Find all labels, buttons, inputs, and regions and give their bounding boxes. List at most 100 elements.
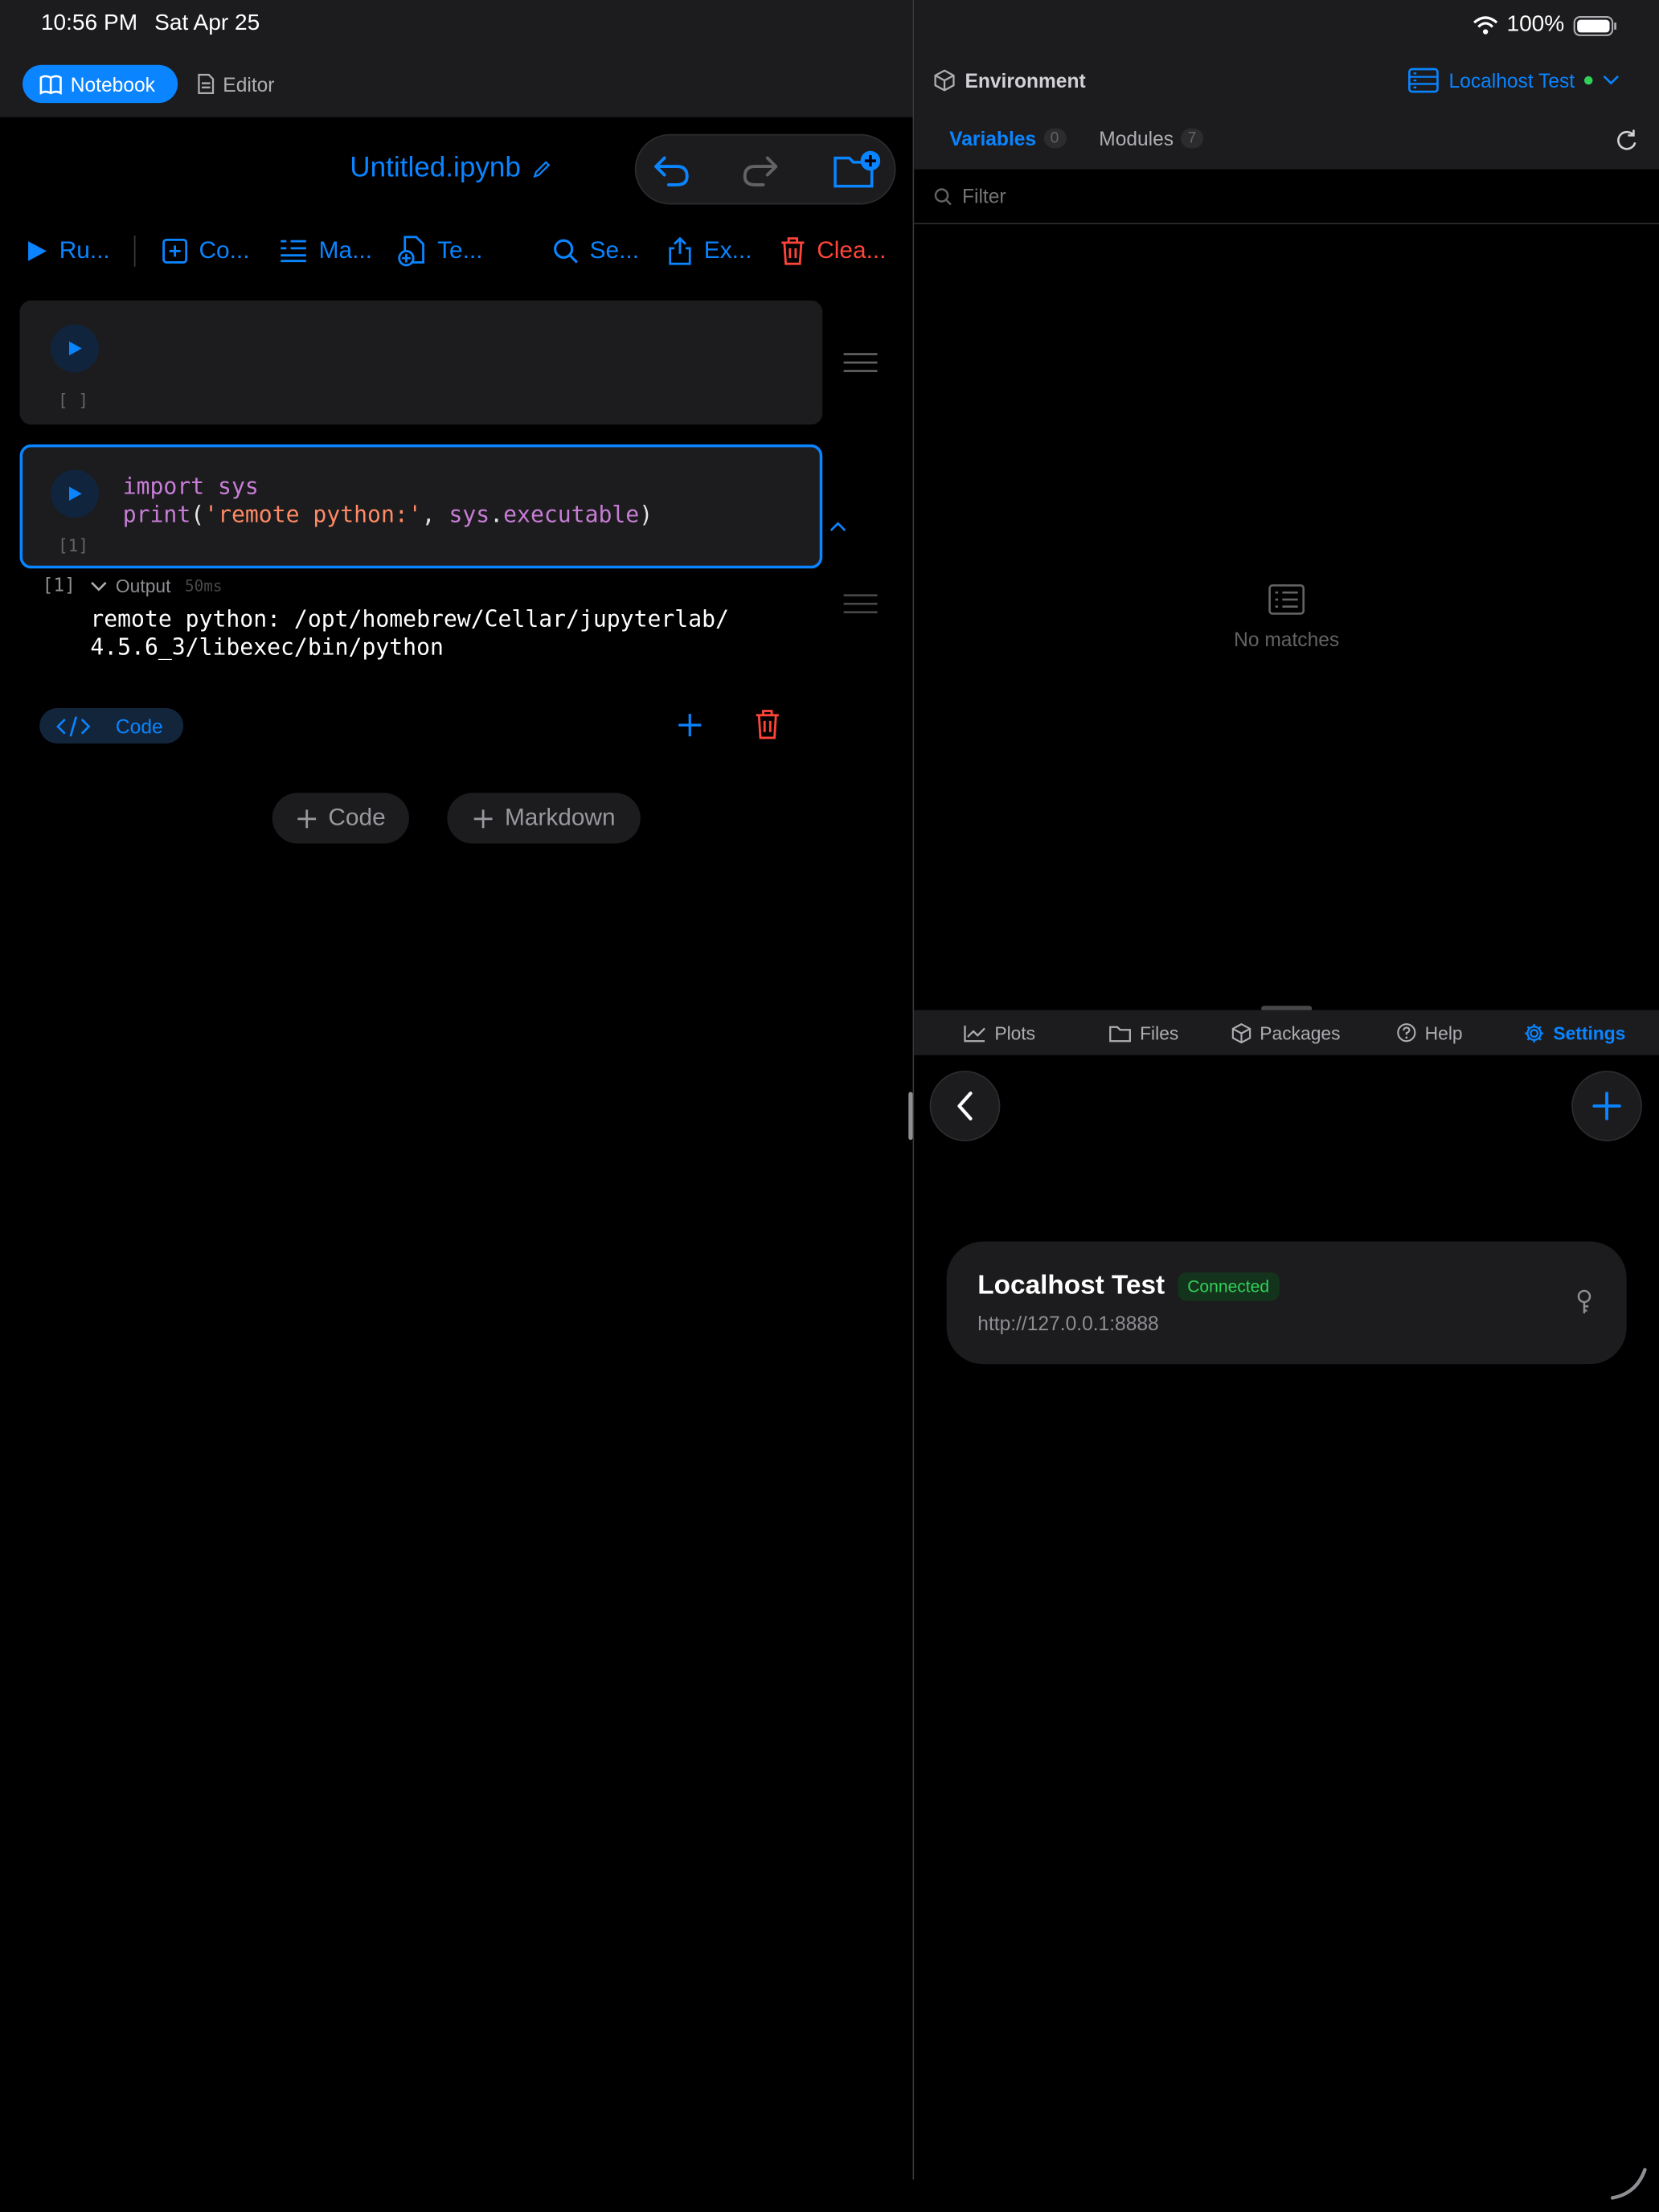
server-card[interactable]: Localhost Test Connected http://127.0.0.… <box>946 1241 1627 1365</box>
chevron-down-icon <box>1603 75 1620 86</box>
template-toolbar-button[interactable]: Te... <box>398 231 483 271</box>
template-icon <box>398 236 426 267</box>
tab-modules-label: Modules <box>1099 126 1174 150</box>
tab-help[interactable]: Help <box>1397 1020 1463 1046</box>
code-cell-active[interactable]: import sys print('remote python:', sys.e… <box>19 444 823 569</box>
notebook-title[interactable]: Untitled.ipynb <box>350 153 521 185</box>
status-time: 10:56 PM <box>40 11 138 35</box>
code-line-2: print('remote python:', sys.executable) <box>122 501 653 528</box>
drag-handle-icon[interactable] <box>843 353 878 373</box>
code-editor[interactable]: import sys print('remote python:', sys.e… <box>123 473 653 529</box>
search-toolbar-label: Se... <box>589 236 640 264</box>
add-markdown-cell-button[interactable]: Markdown <box>447 793 641 844</box>
server-card-header: Localhost Test Connected <box>977 1271 1280 1302</box>
split-resize-handle[interactable] <box>908 1092 913 1141</box>
tab-modules[interactable]: Modules 7 <box>1099 126 1204 150</box>
refresh-icon[interactable] <box>1616 129 1638 154</box>
status-date: Sat Apr 25 <box>154 11 260 35</box>
code-object: sys <box>449 501 490 528</box>
search-icon <box>934 187 952 206</box>
status-badge: Connected <box>1177 1272 1280 1301</box>
code-function: print <box>122 501 191 528</box>
status-right-group: 100% <box>1473 13 1618 39</box>
redo-icon[interactable] <box>740 150 780 189</box>
new-folder-icon[interactable] <box>833 148 881 190</box>
chevron-left-icon <box>956 1091 973 1122</box>
run-button[interactable]: Ru... <box>26 231 110 271</box>
add-code-toolbar-button[interactable]: Co... <box>162 231 249 271</box>
export-toolbar-button[interactable]: Ex... <box>667 231 752 271</box>
plus-icon <box>473 808 494 829</box>
environment-pane: Environment Localhost Test Variables 0 M… <box>914 0 1659 2212</box>
play-icon <box>67 340 82 357</box>
status-bar: 10:56 PM Sat Apr 25 100% <box>0 0 1659 51</box>
chevron-up-icon[interactable] <box>830 521 846 532</box>
wifi-icon <box>1473 15 1498 35</box>
code-brackets-icon <box>56 715 91 737</box>
output-toggle[interactable]: Output 50ms <box>90 576 222 596</box>
server-icon <box>1408 68 1440 93</box>
editor-mode-tab[interactable]: Editor <box>198 65 275 103</box>
cell-type-label: Code <box>115 714 163 738</box>
add-code-cell-label: Code <box>328 804 386 831</box>
trash-icon <box>780 237 806 265</box>
clear-toolbar-button[interactable]: Clea... <box>780 231 886 271</box>
window-corner-icon[interactable] <box>1608 2158 1651 2201</box>
notebook-pane: Notebook Editor Untitled.ipynb Ru... Co.… <box>0 0 913 2212</box>
add-code-cell-button[interactable]: Code <box>272 793 409 844</box>
tab-plots[interactable]: Plots <box>964 1020 1035 1046</box>
delete-cell-icon[interactable] <box>755 710 780 739</box>
tab-packages-label: Packages <box>1260 1022 1341 1043</box>
add-markdown-toolbar-button[interactable]: Ma... <box>280 231 372 271</box>
output-text: remote python: /opt/homebrew/Cellar/jupy… <box>90 605 729 662</box>
add-markdown-toolbar-label: Ma... <box>318 236 372 264</box>
tab-packages[interactable]: Packages <box>1231 1020 1341 1046</box>
tab-variables[interactable]: Variables 0 <box>949 126 1067 150</box>
code-cell-empty[interactable]: [ ] <box>19 300 823 425</box>
editor-mode-label: Editor <box>223 72 275 96</box>
tab-settings[interactable]: Settings <box>1524 1020 1625 1046</box>
play-icon <box>26 240 48 262</box>
output-line: 4.5.6_3/libexec/bin/python <box>90 633 444 661</box>
server-selector[interactable]: Localhost Test <box>1408 68 1620 93</box>
battery-icon <box>1573 14 1618 36</box>
chart-line-icon <box>964 1023 986 1042</box>
output-label: Output <box>115 576 171 597</box>
cell-type-selector[interactable]: Code <box>39 708 184 743</box>
play-icon <box>67 485 82 502</box>
gear-icon <box>1524 1022 1545 1043</box>
tab-files[interactable]: Files <box>1109 1020 1178 1046</box>
package-icon <box>1231 1022 1251 1043</box>
environment-title: Environment <box>965 68 1086 92</box>
undo-icon[interactable] <box>652 150 691 189</box>
server-card-url: http://127.0.0.1:8888 <box>977 1312 1159 1335</box>
toolbar-divider <box>133 236 136 267</box>
tab-variables-label: Variables <box>949 126 1037 150</box>
run-cell-button[interactable] <box>51 469 99 518</box>
add-cell-plus-icon[interactable] <box>677 712 703 738</box>
notebook-mode-label: Notebook <box>70 72 155 96</box>
run-button-label: Ru... <box>59 236 110 264</box>
empty-list-icon <box>1268 584 1305 616</box>
add-server-button[interactable] <box>1571 1071 1642 1141</box>
folder-icon <box>1109 1023 1132 1042</box>
template-toolbar-label: Te... <box>437 236 483 264</box>
notebook-title-group[interactable]: Untitled.ipynb <box>350 153 551 185</box>
rename-pencil-icon[interactable] <box>532 158 552 178</box>
modules-count-badge: 7 <box>1180 128 1204 149</box>
cube-icon <box>934 69 955 92</box>
book-icon <box>39 74 62 94</box>
share-icon <box>667 236 693 265</box>
filter-bar <box>914 170 1659 225</box>
plus-square-icon <box>162 238 188 264</box>
add-markdown-cell-label: Markdown <box>504 804 616 831</box>
run-cell-button[interactable] <box>51 324 99 373</box>
notebook-mode-tab[interactable]: Notebook <box>23 64 178 104</box>
code-keyword: import <box>122 472 205 500</box>
drag-handle-icon[interactable] <box>843 594 878 614</box>
back-button[interactable] <box>929 1071 1001 1141</box>
search-toolbar-button[interactable]: Se... <box>553 231 639 271</box>
filter-input[interactable] <box>961 184 1597 207</box>
server-selector-label: Localhost Test <box>1448 68 1575 92</box>
key-icon[interactable] <box>1575 1289 1592 1315</box>
